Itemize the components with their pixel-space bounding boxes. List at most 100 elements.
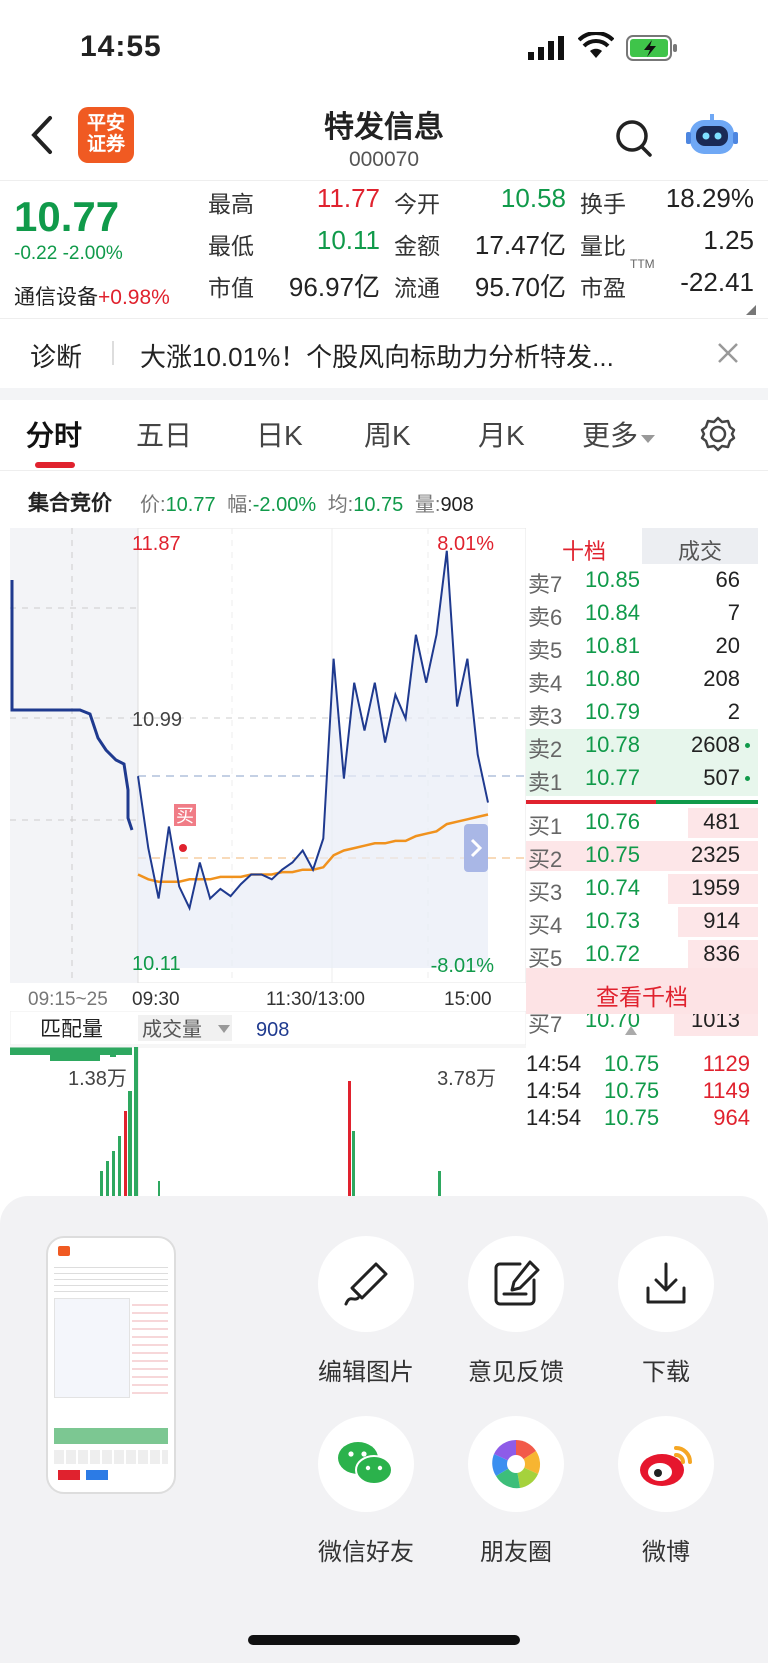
ask-row[interactable]: 卖5 10.81 20 [526, 630, 758, 664]
quote-panel: 10.77 -0.22 -2.00% 通信设备+0.98% 最高 11.77 今… [0, 180, 768, 316]
price-change: -0.22 -2.00% [14, 243, 123, 264]
thumb-volume [54, 1404, 168, 1444]
volume-dropdown[interactable]: 成交量 [142, 1018, 202, 1041]
trade-price: 10.75 [604, 1051, 660, 1076]
auction-price: 10.77 [165, 494, 216, 516]
spread-bar-red [526, 800, 656, 804]
level-price: 10.73 [584, 908, 640, 933]
buy-dot [179, 844, 187, 852]
download-button[interactable] [618, 1236, 714, 1332]
low-label: 最低 [208, 233, 254, 259]
level-volume: 914 [703, 908, 740, 933]
trade-volume: 1129 [702, 1051, 750, 1076]
weibo-button[interactable] [618, 1416, 714, 1512]
search-icon[interactable] [612, 116, 656, 160]
pe-value: -22.41 [680, 267, 754, 297]
ask-row[interactable]: 卖6 10.84 7 [526, 597, 758, 631]
bid-row[interactable]: 买4 10.73 914 [526, 905, 758, 939]
ask-row[interactable]: 卖1 10.77 507 [526, 762, 758, 796]
mcap-label: 市值 [208, 275, 254, 301]
bid-row[interactable]: 买1 10.76 481 [526, 806, 758, 840]
volume-bar [128, 1091, 132, 1196]
float-value: 95.70亿 [474, 272, 566, 302]
industry-label: 通信设备 [14, 286, 98, 309]
collapse-up-icon[interactable] [624, 1024, 638, 1036]
volume-max-label: 3.78万 [437, 1068, 496, 1090]
volume-bar [106, 1161, 109, 1196]
trade-price: 10.75 [604, 1105, 660, 1130]
level-price: 10.72 [584, 941, 640, 966]
trade-volume: 1149 [702, 1078, 750, 1103]
battery-icon [626, 35, 677, 61]
tab-trades[interactable]: 成交 [642, 528, 758, 564]
bid-row[interactable]: 买2 10.75 2325 [526, 839, 758, 873]
intraday-chart[interactable]: 买 11.87 10.99 10.11 8.01% -8.01% 09:15~2… [9, 527, 527, 1011]
tab-more[interactable]: 更多 [582, 414, 656, 454]
ask-row[interactable]: 卖4 10.80 208 [526, 663, 758, 697]
ask-row[interactable]: 卖2 10.78 2608 [526, 729, 758, 763]
level-price: 10.76 [584, 809, 640, 834]
amount-label: 金额 [394, 233, 440, 259]
divider [112, 341, 114, 365]
close-icon[interactable] [716, 341, 740, 365]
price-chart-svg: 买 11.87 10.99 10.11 8.01% -8.01% 09:15~2… [9, 527, 527, 1011]
thumb-sell [86, 1470, 108, 1480]
volratio-label: 量比 [580, 233, 626, 259]
view-more-button[interactable]: 查看千档 [526, 968, 758, 1014]
level-volume: 20 [715, 633, 740, 658]
tab-monthly-k[interactable]: 月K [478, 414, 525, 454]
diagnosis-bar[interactable]: 诊断 大涨10.01%！个股风向标助力分析特发... [0, 318, 768, 388]
expand-handle[interactable] [464, 824, 488, 872]
tab-five-day[interactable]: 五日 [136, 414, 192, 454]
wechat-friends-button[interactable] [318, 1416, 414, 1512]
level-volume: 481 [703, 809, 740, 834]
level-price: 10.74 [584, 875, 640, 900]
bid-row[interactable]: 买3 10.74 1959 [526, 872, 758, 906]
volume-bar [124, 1111, 127, 1196]
max-price-label: 11.87 [132, 533, 181, 555]
diagnosis-text[interactable]: 大涨10.01%！个股风向标助力分析特发... [140, 337, 680, 374]
robot-assistant-icon[interactable] [686, 112, 738, 160]
level-price: 10.79 [584, 699, 640, 724]
corner-arrow-icon [746, 305, 756, 315]
open-value: 10.58 [500, 183, 566, 213]
level-price: 10.85 [584, 567, 640, 592]
edit-image-button[interactable] [318, 1236, 414, 1332]
auction-info: 集合竞价 价:10.77 幅:-2.00% 均:10.75 量:908 [0, 470, 768, 530]
gear-icon[interactable] [700, 416, 736, 452]
buy-marker: 买 [176, 806, 194, 826]
volume-panel: 匹配量 成交量 908 1.38万 3.78万 [9, 1010, 527, 1196]
feedback-button[interactable] [468, 1236, 564, 1332]
volume-bar [352, 1131, 355, 1196]
auction-vol: 908 [440, 494, 474, 516]
depth-bar [752, 566, 758, 596]
volume-value: 908 [256, 1019, 289, 1041]
tab-weekly-k[interactable]: 周K [364, 414, 411, 454]
volume-bar [348, 1081, 351, 1196]
volume-bar [112, 1151, 115, 1196]
pe-label: 市盈 [580, 275, 626, 301]
trade-volume: 964 [713, 1105, 750, 1130]
level-volume: 208 [703, 666, 740, 691]
tab-levels[interactable]: 十档 [526, 528, 642, 564]
screenshot-thumbnail[interactable] [46, 1236, 176, 1494]
ask-row[interactable]: 卖3 10.79 2 [526, 696, 758, 730]
moments-icon [492, 1439, 541, 1489]
order-book: 十档 成交 卖7 10.85 66 卖6 10.84 7 卖5 10.81 20 卖4 10.80 2… [526, 528, 758, 1194]
tab-daily-k[interactable]: 日K [256, 414, 303, 454]
match-label: 匹配量 [40, 1018, 103, 1041]
weibo-label: 微博 [642, 1539, 690, 1566]
moments-button[interactable] [468, 1416, 564, 1512]
active-tab-indicator [35, 462, 75, 468]
auction-change-label: 幅: [227, 494, 253, 516]
bid-row[interactable]: 买5 10.72 836 [526, 938, 758, 972]
volratio-value: 1.25 [703, 225, 754, 255]
time-pre: 09:15~25 [28, 989, 108, 1010]
level-volume: 836 [703, 941, 740, 966]
status-bar: 14:55 [0, 0, 768, 92]
current-price: 10.77 [14, 193, 120, 240]
ask-row[interactable]: 卖7 10.85 66 [526, 564, 758, 598]
industry-info[interactable]: 通信设备+0.98% [14, 281, 170, 311]
tab-intraday[interactable]: 分时 [26, 414, 82, 454]
auction-change: -2.00% [252, 494, 317, 516]
